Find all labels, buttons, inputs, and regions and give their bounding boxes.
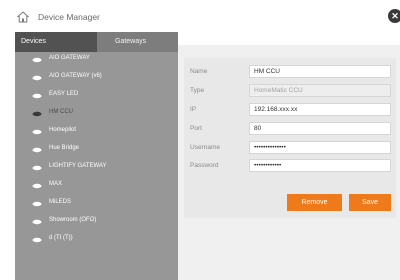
password-field[interactable]: ••••••••••••	[249, 159, 391, 172]
username-field[interactable]: ••••••••••••••	[249, 141, 391, 154]
port-field[interactable]: 80	[249, 122, 391, 135]
home-icon	[17, 11, 29, 23]
device-icon	[32, 201, 42, 207]
device-icon	[32, 165, 42, 171]
list-item-max[interactable]: MAX	[15, 178, 178, 196]
device-label: MAX	[49, 181, 63, 187]
device-icon	[32, 147, 42, 153]
list-item-hue-bridge[interactable]: Hue Bridge	[15, 142, 178, 160]
device-icon	[32, 129, 42, 135]
save-button[interactable]: Save	[349, 194, 391, 211]
list-item-d-ti[interactable]: d (TI (T))	[15, 232, 178, 250]
password-label: Password	[190, 162, 219, 169]
list-item-showroom[interactable]: Showroom (OFO)	[15, 214, 178, 232]
device-icon	[32, 111, 42, 117]
device-icon	[32, 75, 42, 81]
device-label: Showroom (OFO)	[49, 217, 97, 223]
device-label: Hue Bridge	[49, 145, 80, 151]
device-icon	[32, 93, 42, 99]
remove-button[interactable]: Remove	[287, 194, 342, 211]
device-manager-window: Device Manager ✕ Devices Gateways AIO GA…	[0, 0, 400, 280]
type-field: HomeMatic CCU	[249, 84, 391, 97]
tab-bar: Devices Gateways	[15, 32, 178, 52]
device-label: Homepilot	[49, 127, 77, 133]
ip-label: IP	[190, 106, 197, 113]
list-item-aio-gateway[interactable]: AIO GATEWAY	[15, 52, 178, 70]
device-label: HM CCU	[49, 109, 73, 115]
list-item-easy-led[interactable]: EASY LED	[15, 88, 178, 106]
device-icon	[32, 57, 42, 63]
name-label: Name	[190, 68, 208, 75]
tab-devices[interactable]: Devices	[15, 32, 97, 52]
ip-field[interactable]: 192.168.xxx.xx	[249, 103, 391, 116]
tab-gateways[interactable]: Gateways	[97, 32, 178, 52]
device-label: AIO GATEWAY (v6)	[49, 73, 102, 79]
device-label: d (TI (T))	[49, 235, 73, 241]
device-label: AIO GATEWAY	[49, 55, 90, 61]
device-list: AIO GATEWAY AIO GATEWAY (v6) EASY LED HM…	[15, 52, 178, 280]
device-label: LIGHTIFY GATEWAY	[49, 163, 107, 169]
device-label: EASY LED	[49, 91, 79, 97]
title-bar: Device Manager ✕	[0, 0, 400, 32]
list-item-mileds[interactable]: MiLEDS	[15, 196, 178, 214]
device-icon	[32, 237, 42, 243]
list-item-hm-ccu[interactable]: HM CCU	[15, 106, 178, 124]
type-label: Type	[190, 87, 205, 94]
port-label: Port	[190, 125, 202, 132]
list-item-lightify-gateway[interactable]: LIGHTIFY GATEWAY	[15, 160, 178, 178]
close-icon[interactable]: ✕	[388, 9, 400, 23]
device-icon	[32, 183, 42, 189]
list-item-aio-gateway-v6[interactable]: AIO GATEWAY (v6)	[15, 70, 178, 88]
device-icon	[32, 219, 42, 225]
name-field[interactable]: HM CCU	[249, 65, 391, 78]
username-label: Username	[190, 144, 220, 151]
device-label: MiLEDS	[49, 199, 72, 205]
window-title: Device Manager	[38, 12, 100, 22]
list-item-homepilot[interactable]: Homepilot	[15, 124, 178, 142]
